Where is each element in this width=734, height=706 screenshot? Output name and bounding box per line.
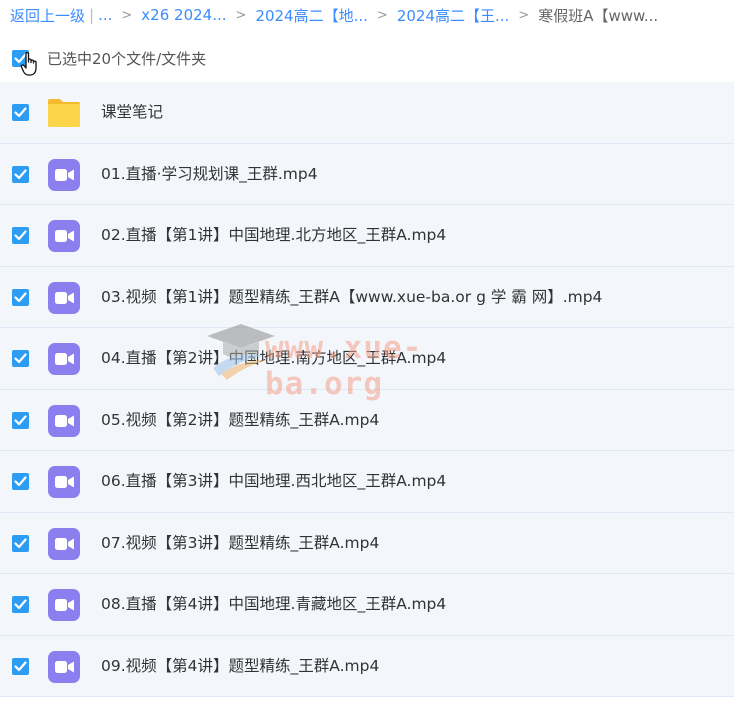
breadcrumb-ellipsis[interactable]: ... xyxy=(98,6,112,24)
check-icon xyxy=(14,353,27,364)
file-name[interactable]: 07.视频【第3讲】题型精练_王群A.mp4 xyxy=(101,513,379,574)
chevron-right-icon: > xyxy=(235,7,247,23)
file-name[interactable]: 05.视频【第2讲】题型精练_王群A.mp4 xyxy=(101,390,379,451)
file-list: 课堂笔记 01.直播·学习规划课_王群.mp4 02.直播【第1讲】中国地理.北… xyxy=(0,82,734,697)
row-checkbox[interactable] xyxy=(12,227,29,244)
list-item[interactable]: 09.视频【第4讲】题型精练_王群A.mp4 xyxy=(0,635,734,697)
list-item[interactable]: 06.直播【第3讲】中国地理.西北地区_王群A.mp4 xyxy=(0,451,734,513)
list-item[interactable]: 05.视频【第2讲】题型精练_王群A.mp4 xyxy=(0,389,734,451)
row-checkbox[interactable] xyxy=(12,165,29,183)
breadcrumb-item[interactable]: 2024高二【王... xyxy=(397,5,509,26)
check-icon xyxy=(14,168,27,179)
breadcrumb-divider: | xyxy=(89,6,95,24)
breadcrumb-current: 寒假班A【www... xyxy=(538,6,659,25)
row-checkbox[interactable] xyxy=(12,288,29,306)
video-file-icon xyxy=(48,466,80,498)
file-name[interactable]: 06.直播【第3讲】中国地理.西北地区_王群A.mp4 xyxy=(101,451,446,512)
check-icon xyxy=(14,660,27,671)
file-name[interactable]: 课堂笔记 xyxy=(101,82,163,143)
file-name[interactable]: 02.直播【第1讲】中国地理.北方地区_王群A.mp4 xyxy=(101,205,446,266)
selection-count: 已选中20个文件/文件夹 xyxy=(47,50,207,68)
video-file-icon xyxy=(48,650,80,683)
video-file-icon xyxy=(48,589,80,621)
row-checkbox[interactable] xyxy=(12,473,29,490)
chevron-right-icon: > xyxy=(376,7,388,23)
video-file-icon xyxy=(48,404,80,437)
check-icon xyxy=(14,107,27,118)
check-icon xyxy=(14,291,27,302)
check-icon xyxy=(14,537,27,548)
row-checkbox[interactable] xyxy=(12,596,29,613)
file-name[interactable]: 09.视频【第4讲】题型精练_王群A.mp4 xyxy=(101,636,379,697)
select-all-checkbox[interactable] xyxy=(12,50,29,67)
video-file-icon xyxy=(48,281,80,314)
row-checkbox[interactable] xyxy=(12,411,29,429)
list-item[interactable]: 01.直播·学习规划课_王群.mp4 xyxy=(0,143,734,205)
back-link[interactable]: 返回上一级 xyxy=(10,5,85,26)
file-name[interactable]: 04.直播【第2讲】中国地理.南方地区_王群A.mp4 xyxy=(101,328,446,389)
check-icon xyxy=(14,414,27,425)
row-checkbox[interactable] xyxy=(12,104,29,121)
video-file-icon xyxy=(48,158,80,191)
row-checkbox[interactable] xyxy=(12,534,29,552)
breadcrumb: 返回上一级 | ... > x26 2024... > 2024高二【地... … xyxy=(10,4,658,26)
list-item[interactable]: 07.视频【第3讲】题型精练_王群A.mp4 xyxy=(0,512,734,574)
row-checkbox[interactable] xyxy=(12,350,29,367)
check-icon xyxy=(14,53,27,64)
folder-icon xyxy=(48,99,80,127)
file-name[interactable]: 01.直播·学习规划课_王群.mp4 xyxy=(101,144,318,205)
video-file-icon xyxy=(48,527,80,560)
breadcrumb-item[interactable]: x26 2024... xyxy=(141,6,226,24)
list-item[interactable]: 04.直播【第2讲】中国地理.南方地区_王群A.mp4 xyxy=(0,328,734,390)
chevron-right-icon: > xyxy=(121,7,133,23)
chevron-right-icon: > xyxy=(518,7,530,23)
row-checkbox[interactable] xyxy=(12,657,29,675)
check-icon xyxy=(14,599,27,610)
list-item[interactable]: 课堂笔记 xyxy=(0,82,734,144)
file-name[interactable]: 08.直播【第4讲】中国地理.青藏地区_王群A.mp4 xyxy=(101,574,446,635)
video-file-icon xyxy=(48,220,80,252)
file-name[interactable]: 03.视频【第1讲】题型精练_王群A【www.xue-ba.or g 学 霸 网… xyxy=(101,267,602,328)
selection-bar: 已选中20个文件/文件夹 xyxy=(0,44,734,72)
video-file-icon xyxy=(48,343,80,375)
check-icon xyxy=(14,230,27,241)
list-item[interactable]: 08.直播【第4讲】中国地理.青藏地区_王群A.mp4 xyxy=(0,574,734,636)
list-item[interactable]: 03.视频【第1讲】题型精练_王群A【www.xue-ba.or g 学 霸 网… xyxy=(0,266,734,328)
list-item[interactable]: 02.直播【第1讲】中国地理.北方地区_王群A.mp4 xyxy=(0,205,734,267)
breadcrumb-item[interactable]: 2024高二【地... xyxy=(255,5,367,26)
check-icon xyxy=(14,476,27,487)
